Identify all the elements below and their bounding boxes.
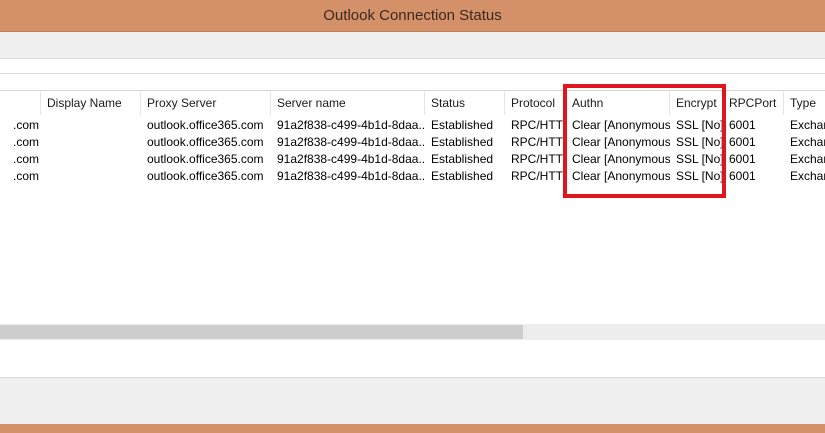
cell-server-name: 91a2f838-c499-4b1d-8daa...	[277, 135, 425, 149]
column-header-encrypt[interactable]: Encrypt	[670, 91, 723, 115]
top-divider-strip	[0, 59, 825, 74]
cell-server-name: 91a2f838-c499-4b1d-8daa...	[277, 118, 425, 132]
cell-smtp: .com	[12, 169, 39, 183]
column-header-rpcport[interactable]: RPCPort	[723, 91, 784, 115]
cell-encrypt: SSL [No]	[676, 152, 723, 166]
cell-display-name	[41, 168, 141, 185]
cell-rpcport: 6001	[729, 118, 756, 132]
cell-authn: Clear [Anonymous]	[572, 118, 670, 132]
cell-proxy-server: outlook.office365.com	[147, 152, 264, 166]
column-header-smtp[interactable]	[0, 91, 41, 115]
cell-display-name	[41, 151, 141, 168]
column-header-authn[interactable]: Authn	[566, 91, 670, 115]
cell-status: Established	[431, 169, 494, 183]
cell-rpcport: 6001	[729, 135, 756, 149]
cell-smtp: .com	[12, 135, 39, 149]
table-row[interactable]: .com outlook.office365.com 91a2f838-c499…	[0, 168, 825, 185]
bottom-panel	[0, 378, 825, 424]
outlook-connection-status-window: Outlook Connection Status Display Name P…	[0, 0, 825, 433]
cell-encrypt: SSL [No]	[676, 118, 723, 132]
cell-type: Exchan	[790, 152, 825, 166]
cell-encrypt: SSL [No]	[676, 169, 723, 183]
horizontal-scrollbar-thumb[interactable]	[0, 325, 523, 339]
table-row[interactable]: .com outlook.office365.com 91a2f838-c499…	[0, 117, 825, 134]
column-header-protocol[interactable]: Protocol	[505, 91, 566, 115]
cell-status: Established	[431, 118, 494, 132]
horizontal-scrollbar[interactable]	[0, 324, 825, 340]
column-header-proxy-server[interactable]: Proxy Server	[141, 91, 271, 115]
window-title: Outlook Connection Status	[0, 0, 825, 32]
cell-proxy-server: outlook.office365.com	[147, 135, 264, 149]
cell-protocol: RPC/HTTP	[511, 135, 566, 149]
cell-rpcport: 6001	[729, 169, 756, 183]
cell-display-name	[41, 134, 141, 151]
cell-type: Exchan	[790, 135, 825, 149]
cell-status: Established	[431, 152, 494, 166]
cell-server-name: 91a2f838-c499-4b1d-8daa...	[277, 169, 425, 183]
table-row[interactable]: .com outlook.office365.com 91a2f838-c499…	[0, 134, 825, 151]
cell-authn: Clear [Anonymous]	[572, 135, 670, 149]
column-header-display-name[interactable]: Display Name	[41, 91, 141, 115]
window-bottom-border	[0, 424, 825, 433]
cell-proxy-server: outlook.office365.com	[147, 118, 264, 132]
cell-display-name	[41, 117, 141, 134]
cell-smtp: .com	[12, 152, 39, 166]
bottom-list-strip	[0, 341, 825, 378]
cell-protocol: RPC/HTTP	[511, 152, 566, 166]
column-header-row: Display Name Proxy Server Server name St…	[0, 91, 825, 115]
column-header-server-name[interactable]: Server name	[271, 91, 425, 115]
cell-proxy-server: outlook.office365.com	[147, 169, 264, 183]
cell-status: Established	[431, 135, 494, 149]
cell-protocol: RPC/HTTP	[511, 169, 566, 183]
cell-server-name: 91a2f838-c499-4b1d-8daa...	[277, 152, 425, 166]
cell-type: Exchan	[790, 169, 825, 183]
connections-list[interactable]: Display Name Proxy Server Server name St…	[0, 90, 825, 323]
cell-rpcport: 6001	[729, 152, 756, 166]
top-panel	[0, 32, 825, 59]
cell-protocol: RPC/HTTP	[511, 118, 566, 132]
cell-authn: Clear [Anonymous]	[572, 152, 670, 166]
cell-smtp: .com	[12, 118, 39, 132]
cell-encrypt: SSL [No]	[676, 135, 723, 149]
cell-type: Exchan	[790, 118, 825, 132]
cell-authn: Clear [Anonymous]	[572, 169, 670, 183]
table-row[interactable]: .com outlook.office365.com 91a2f838-c499…	[0, 151, 825, 168]
column-header-status[interactable]: Status	[425, 91, 505, 115]
column-header-type[interactable]: Type	[784, 91, 825, 115]
